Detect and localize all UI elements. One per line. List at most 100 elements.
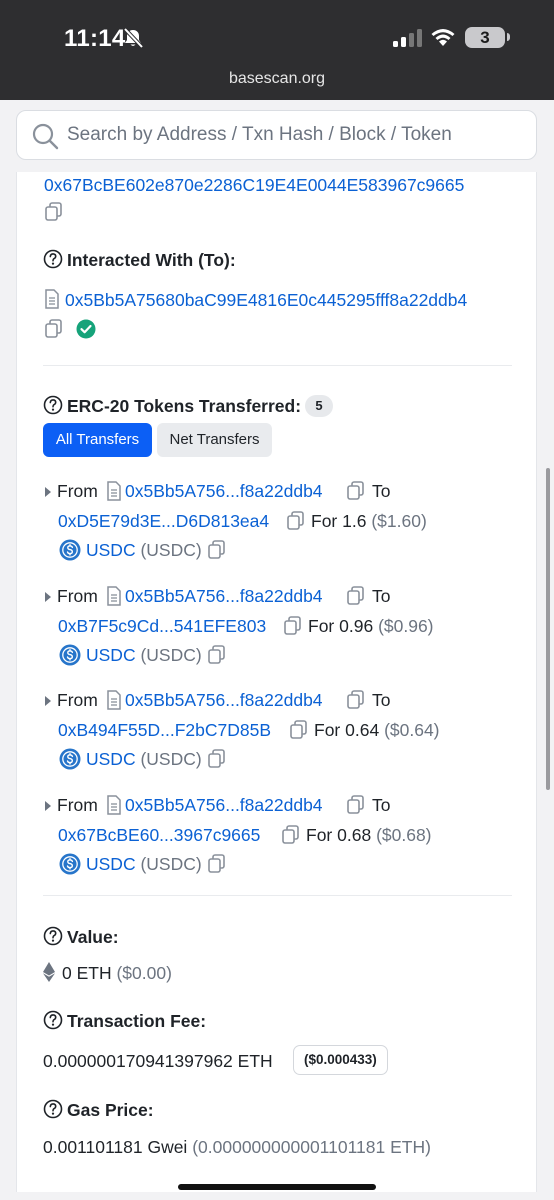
copy-icon[interactable] — [281, 824, 301, 846]
search-box[interactable] — [16, 110, 537, 160]
copy-icon[interactable] — [346, 480, 366, 502]
contract-file-icon — [45, 289, 59, 309]
copy-icon[interactable] — [44, 201, 64, 223]
transfer-token-name[interactable]: USDC — [86, 540, 136, 560]
tab-net-transfers[interactable]: Net Transfers — [157, 423, 272, 457]
copy-icon[interactable] — [207, 539, 227, 561]
transfer-token-symbol: (USDC) — [140, 749, 202, 769]
transfer-token-line: USDC (USDC) — [86, 853, 202, 875]
transfer-from-label: From — [57, 481, 98, 501]
gas-price-line: 0.001101181 Gwei (0.000000000001101181 E… — [43, 1136, 431, 1158]
search-bar-area — [0, 100, 554, 174]
bell-slash-icon — [123, 27, 144, 49]
transfer-token-name[interactable]: USDC — [86, 645, 136, 665]
transfer-token-symbol: (USDC) — [140, 540, 202, 560]
transfer-from-address[interactable]: 0x5Bb5A756...f8a22ddb4 — [125, 585, 323, 607]
expand-caret-icon[interactable] — [44, 485, 52, 497]
divider — [43, 895, 512, 896]
ethereum-icon — [43, 962, 55, 982]
copy-icon[interactable] — [346, 794, 366, 816]
cellular-signal-icon — [393, 29, 422, 47]
transfer-to-address[interactable]: 0xB7F5c9Cd...541EFE803 — [58, 615, 266, 637]
gas-price-eth: (0.000000000001101181 ETH) — [192, 1137, 431, 1157]
question-circle-icon[interactable] — [43, 395, 63, 415]
transaction-details-card: 0x67BcBE602e870e2286C19E4E0044E583967c96… — [16, 172, 537, 1192]
transfer-amount-line: For 0.68 ($0.68) — [306, 824, 432, 846]
copy-icon[interactable] — [207, 644, 227, 666]
expand-caret-icon[interactable] — [44, 799, 52, 811]
copy-icon[interactable] — [286, 510, 306, 532]
expand-caret-icon[interactable] — [44, 694, 52, 706]
value-usd: ($0.00) — [116, 963, 172, 983]
tab-all-transfers[interactable]: All Transfers — [43, 423, 152, 457]
copy-icon[interactable] — [283, 615, 303, 637]
transfer-token-symbol: (USDC) — [140, 644, 202, 665]
browser-url[interactable]: basescan.org — [0, 70, 554, 88]
clock: 11:14 — [64, 25, 126, 52]
copy-icon[interactable] — [207, 748, 227, 770]
transfer-token-line: USDC (USDC) — [86, 539, 202, 561]
battery-cap — [507, 33, 510, 41]
usdc-token-icon — [59, 853, 81, 875]
battery-indicator: 3 — [465, 27, 505, 48]
transfer-from-label: From — [57, 690, 98, 710]
transfer-amount: 1.6 — [342, 511, 367, 531]
transfer-from-address[interactable]: 0x5Bb5A756...f8a22ddb4 — [125, 480, 323, 502]
usdc-token-icon — [59, 644, 81, 666]
transfer-usd: ($0.64) — [384, 720, 440, 740]
transfer-count-badge: 5 — [305, 395, 333, 417]
value-label: Value: — [67, 927, 119, 947]
question-circle-icon[interactable] — [43, 1010, 63, 1030]
transfer-to-address[interactable]: 0xB494F55D...F2bC7D85B — [58, 719, 271, 741]
question-circle-icon[interactable] — [43, 249, 63, 269]
transfer-to-label: To — [372, 585, 391, 606]
verified-check-icon — [76, 319, 96, 339]
expand-caret-icon[interactable] — [44, 590, 52, 602]
transfer-from-label: From — [57, 794, 98, 815]
home-indicator[interactable] — [178, 1184, 376, 1190]
from-address[interactable]: 0x67BcBE602e870e2286C19E4E0044E583967c96… — [44, 174, 464, 196]
transfer-amount: 0.68 — [337, 824, 372, 845]
transaction-fee-amount: 0.000000170941397962 ETH — [43, 1051, 273, 1071]
gas-price-label: Gas Price: — [67, 1100, 154, 1120]
transfer-usd: ($0.96) — [378, 615, 434, 636]
transfer-amount: 0.96 — [339, 615, 374, 636]
transfer-for-label: For — [314, 720, 341, 740]
transfer-amount-line: For 1.6 ($1.60) — [311, 510, 427, 532]
wifi-icon — [431, 29, 455, 46]
contract-file-icon — [106, 690, 122, 710]
transfer-usd: ($0.68) — [376, 824, 432, 845]
question-circle-icon[interactable] — [43, 1099, 63, 1119]
transfer-token-line: USDC (USDC) — [86, 748, 202, 770]
contract-file-icon — [106, 794, 122, 815]
transfer-from-address[interactable]: 0x5Bb5A756...f8a22ddb4 — [125, 794, 323, 816]
copy-icon[interactable] — [289, 719, 309, 741]
copy-icon[interactable] — [44, 318, 64, 340]
interacted-with-address[interactable]: 0x5Bb5A75680baC99E4816E0c445295fff8a22dd… — [65, 289, 467, 311]
transfer-token-name[interactable]: USDC — [86, 749, 136, 769]
question-circle-icon[interactable] — [43, 926, 63, 946]
transfer-from-address[interactable]: 0x5Bb5A756...f8a22ddb4 — [125, 689, 323, 711]
erc20-label: ERC-20 Tokens Transferred: — [67, 396, 302, 416]
copy-icon[interactable] — [346, 689, 366, 711]
copy-icon[interactable] — [346, 585, 366, 607]
transaction-fee-usd-badge: ($0.000433) — [293, 1045, 388, 1075]
transaction-fee-label: Transaction Fee: — [67, 1011, 207, 1031]
transfer-amount: 0.64 — [345, 720, 380, 740]
transfer-token-line: USDC (USDC) — [86, 644, 202, 666]
value-amount-line: 0 ETH ($0.00) — [62, 962, 172, 984]
transfer-to-address[interactable]: 0x67BcBE60...3967c9665 — [58, 824, 260, 846]
scrollbar[interactable] — [546, 468, 550, 790]
search-input[interactable] — [67, 111, 452, 159]
transfer-amount-line: For 0.64 ($0.64) — [314, 719, 440, 741]
transfer-to-label: To — [372, 794, 391, 815]
transfer-to-address[interactable]: 0xD5E79d3E...D6D813ea4 — [58, 510, 269, 532]
status-bar: 11:14 3 basescan.org — [0, 0, 554, 100]
copy-icon[interactable] — [207, 853, 227, 875]
search-icon — [32, 123, 59, 150]
transfer-for-label: For — [308, 615, 335, 636]
transfer-token-name[interactable]: USDC — [86, 854, 136, 874]
transfer-amount-line: For 0.96 ($0.96) — [308, 615, 434, 637]
transfer-for-label: For — [311, 511, 338, 531]
transfer-to-label: To — [372, 481, 391, 501]
